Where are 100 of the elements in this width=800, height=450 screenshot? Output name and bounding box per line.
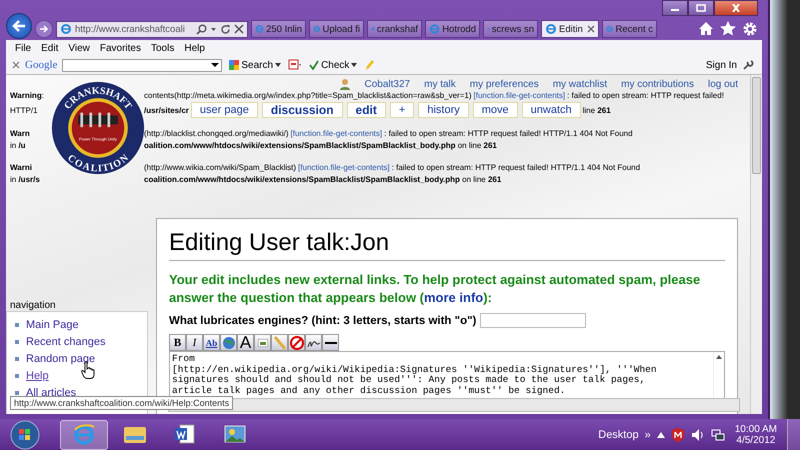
navigation-link[interactable]: All articles <box>26 386 76 398</box>
menu-item[interactable]: Tools <box>146 42 180 54</box>
external-link-button[interactable] <box>220 334 237 351</box>
home-icon[interactable] <box>698 21 714 36</box>
sign-in-link[interactable]: Sign In <box>706 60 737 70</box>
maximize-button[interactable] <box>688 0 714 16</box>
browser-tab[interactable]: 250 Inlin <box>251 20 306 38</box>
bullet-icon <box>15 340 19 344</box>
address-bar[interactable]: http://www.crankshaftcoali <box>56 20 248 38</box>
function-link[interactable]: [function.file-get-contents] <box>474 90 566 102</box>
ie-icon <box>73 424 95 446</box>
menu-item[interactable]: Favorites <box>94 42 146 54</box>
navigation-link[interactable]: Recent changes <box>26 336 106 348</box>
shield-icon[interactable] <box>670 428 685 442</box>
tab-label: Editin <box>559 24 584 34</box>
browser-tab[interactable]: Editin <box>541 20 599 38</box>
browser-tab[interactable]: Hotrodd <box>425 20 480 38</box>
show-hidden-icons[interactable] <box>656 432 665 438</box>
toolbar-overflow-button[interactable]: » <box>644 428 651 440</box>
function-link[interactable]: [function.file-get-contents] <box>298 162 390 174</box>
page-tab[interactable]: + <box>390 102 414 118</box>
menu-item[interactable]: File <box>10 42 36 54</box>
italic-button[interactable]: I <box>186 334 203 351</box>
stop-icon[interactable] <box>234 24 244 34</box>
speaker-icon[interactable] <box>690 428 705 442</box>
network-icon[interactable] <box>710 428 725 442</box>
navigation-link[interactable]: Help <box>26 370 49 382</box>
refresh-icon[interactable] <box>220 24 231 34</box>
navigation-link[interactable]: Random page <box>26 352 96 364</box>
browser-tab[interactable]: Upload fi <box>309 20 364 38</box>
scroll-up-icon[interactable] <box>716 355 722 359</box>
desktop-toolbar-label[interactable]: Desktop <box>598 428 639 440</box>
navigation-link[interactable]: Main Page <box>26 318 79 330</box>
dropdown-icon[interactable] <box>211 62 220 68</box>
function-link[interactable]: [function.file-get-contents] <box>290 128 382 140</box>
personal-link[interactable]: my contributions <box>621 78 694 90</box>
media-button[interactable] <box>271 334 288 351</box>
close-icon[interactable] <box>587 25 595 33</box>
prohibited-icon <box>290 336 304 350</box>
show-desktop-button[interactable] <box>787 419 800 450</box>
link-button[interactable]: Ab <box>203 334 220 351</box>
image-icon <box>258 338 268 346</box>
warning-text: Warni <box>10 162 33 174</box>
dropdown-icon <box>351 63 358 67</box>
tab-label: Upload fi <box>322 24 360 34</box>
page-tab[interactable]: history <box>418 102 469 118</box>
warning-text: : failed to open stream: HTTP request failed! HTTP/1.1 404 Not Found <box>392 162 640 174</box>
star-icon[interactable] <box>720 21 736 36</box>
search-icon[interactable] <box>196 24 207 34</box>
image-button[interactable] <box>254 334 271 351</box>
page-tab[interactable]: edit <box>346 102 386 118</box>
signature-button[interactable] <box>305 334 322 351</box>
warning-text: oalition.com/www/htdocs/wiki/extensions/SpamBlacklist/SpamBlacklist_body.php on line 261 <box>144 140 497 152</box>
page-tab[interactable]: user page <box>190 102 258 118</box>
personal-link[interactable]: Cobalt327 <box>364 78 410 90</box>
back-button[interactable] <box>6 13 32 39</box>
page-tab[interactable]: unwatch <box>522 102 581 118</box>
warning-text: Warn <box>10 128 31 140</box>
personal-link[interactable]: my preferences <box>470 78 539 90</box>
answer-field[interactable] <box>480 313 586 328</box>
page-tab[interactable]: discussion <box>262 102 343 118</box>
close-button[interactable] <box>714 0 758 16</box>
clock-time[interactable]: 10:00 AM <box>734 424 777 434</box>
vertical-scrollbar[interactable] <box>750 75 762 414</box>
forward-arrow-icon <box>39 25 49 33</box>
more-info-link[interactable]: more info <box>424 290 484 305</box>
personal-link[interactable]: log out <box>708 78 738 90</box>
share-icon[interactable] <box>288 59 302 71</box>
bold-button[interactable]: B <box>169 334 186 351</box>
close-icon[interactable] <box>12 61 20 69</box>
browser-tab[interactable]: Recent c <box>602 20 657 38</box>
settings-icon[interactable] <box>742 21 758 37</box>
search-button[interactable]: Search <box>227 60 284 70</box>
personal-link[interactable]: my watchlist <box>552 78 608 90</box>
checkmark-icon <box>309 60 320 70</box>
menu-item[interactable]: View <box>63 42 95 54</box>
wrench-icon[interactable] <box>742 59 756 71</box>
rule-icon <box>324 340 336 344</box>
minimize-button[interactable] <box>662 0 688 16</box>
horizontal-rule-button[interactable] <box>322 334 339 351</box>
warning-text: contents(http://meta.wikimedia.org/w/index.php?title=Spam_blacklist&action=raw&sb_ver=1) <box>144 90 472 102</box>
headline-button[interactable]: A <box>237 334 254 351</box>
check-button[interactable]: Check <box>307 60 360 70</box>
google-search-field[interactable] <box>62 58 222 72</box>
ie-icon <box>606 23 614 35</box>
browser-tab[interactable]: crankshaf <box>367 20 422 38</box>
ie-icon <box>313 23 320 35</box>
warning-text: /usr/sites/cr <box>144 105 189 117</box>
personal-link[interactable]: my talk <box>424 78 456 90</box>
photo-icon <box>224 424 246 444</box>
page-tab[interactable]: move <box>472 102 518 118</box>
nowiki-button[interactable] <box>288 334 305 351</box>
browser-tab[interactable]: screws sn <box>483 20 538 38</box>
tab-label: Hotrodd <box>442 24 476 34</box>
menu-item[interactable]: Edit <box>36 42 64 54</box>
clock-date[interactable]: 4/5/2012 <box>736 434 776 446</box>
start-button[interactable] <box>10 420 40 450</box>
warning-text: in /usr/s <box>10 174 41 186</box>
forward-button[interactable] <box>35 20 53 38</box>
menu-item[interactable]: Help <box>179 42 210 54</box>
